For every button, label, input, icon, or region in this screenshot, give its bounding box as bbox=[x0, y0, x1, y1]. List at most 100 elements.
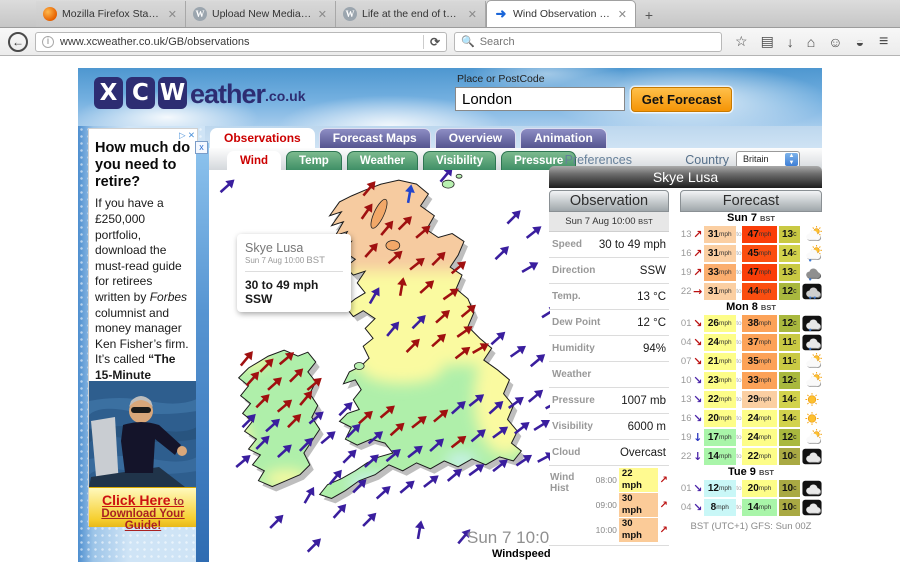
get-forecast-button[interactable]: Get Forecast bbox=[631, 87, 732, 112]
tab-close-icon[interactable]: ✕ bbox=[617, 8, 628, 21]
reload-icon[interactable]: ⟳ bbox=[430, 35, 440, 49]
to-label: to bbox=[736, 269, 743, 276]
browser-toolbar: ← i www.xcweather.co.uk/GB/observations … bbox=[0, 28, 900, 56]
nav-tab-overview[interactable]: Overview bbox=[435, 128, 516, 148]
wind-direction-arrow-icon: ↗ bbox=[660, 500, 668, 511]
nav-tab-forecast-maps[interactable]: Forecast Maps bbox=[319, 128, 431, 148]
history-time: 09:00 bbox=[596, 500, 617, 510]
forecast-row[interactable]: 16↘20mphto24mph14c bbox=[680, 409, 822, 428]
temperature-cell: 10c bbox=[779, 480, 800, 497]
temperature-cell: 14c bbox=[779, 410, 800, 427]
wind-history-entry: 09:00 30 mph ↗ bbox=[596, 493, 668, 517]
wind-speed-low: 22mph bbox=[704, 391, 736, 408]
new-tab-button[interactable]: + bbox=[636, 3, 662, 27]
map-edge-strip bbox=[196, 143, 209, 562]
forecast-hour: 01 bbox=[680, 483, 692, 494]
close-panel-button[interactable]: x bbox=[195, 141, 208, 154]
forecast-row[interactable]: 13↘22mphto29mph14c bbox=[680, 390, 822, 409]
weather-icon-sun bbox=[802, 410, 822, 427]
wind-speed-low: 20mph bbox=[704, 410, 736, 427]
browser-tab[interactable]: Mozilla Firefox Start Page ✕ bbox=[36, 1, 186, 27]
tab-close-icon[interactable]: ✕ bbox=[167, 8, 178, 21]
site-info-icon[interactable]: i bbox=[42, 36, 54, 48]
forecast-row[interactable]: 16↗31mphto45mph14c bbox=[680, 244, 822, 263]
weather-icon-sun bbox=[802, 391, 822, 408]
forecast-row[interactable]: 07↘21mphto35mph11c bbox=[680, 352, 822, 371]
forecast-row[interactable]: 22→31mphto44mph12c bbox=[680, 282, 822, 301]
place-input[interactable] bbox=[455, 87, 625, 111]
weather-icon-sun-cloud bbox=[802, 429, 822, 446]
temperature-cell: 12c bbox=[779, 372, 800, 389]
browser-tab-bar: Mozilla Firefox Start Page ✕W Upload New… bbox=[0, 0, 900, 28]
wind-speed-low: 17mph bbox=[704, 429, 736, 446]
observation-label: Visibility bbox=[552, 421, 593, 432]
search-input[interactable] bbox=[480, 36, 715, 48]
tab-close-icon[interactable]: ✕ bbox=[467, 8, 478, 21]
adchoices-icon[interactable]: ▷ ✕ bbox=[179, 130, 195, 141]
home-icon[interactable]: ⌂ bbox=[807, 34, 815, 50]
to-label: to bbox=[736, 377, 743, 384]
forecast-row[interactable]: 01↘12mphto20mph10c bbox=[680, 479, 822, 498]
wind-observation-map[interactable]: Skye Lusa Sun 7 Aug 10:00 BST 30 to 49 m… bbox=[209, 170, 550, 562]
search-bar[interactable]: 🔍 bbox=[454, 32, 722, 52]
wind-speed-high: 44mph bbox=[742, 283, 777, 300]
wind-direction-arrow-icon: ↘ bbox=[692, 412, 704, 425]
forecast-row[interactable]: 10↘23mphto33mph12c bbox=[680, 371, 822, 390]
browser-tab[interactable]: W Upload New Media ‹ isleofr… ✕ bbox=[186, 1, 336, 27]
to-label: to bbox=[736, 415, 743, 422]
logo-letter: W bbox=[158, 77, 187, 109]
tab-close-icon[interactable]: ✕ bbox=[317, 8, 328, 21]
forecast-row[interactable]: 04↘8mphto14mph10c bbox=[680, 498, 822, 517]
weather-icon-night-cloud bbox=[802, 448, 822, 465]
observation-value: 6000 m bbox=[628, 421, 666, 433]
xcweather-logo[interactable]: X C W eather .co.uk bbox=[94, 77, 306, 109]
forecast-row[interactable]: 13↗31mphto47mph13c bbox=[680, 225, 822, 244]
weather-icon-night-cloud bbox=[802, 480, 822, 497]
forecast-row[interactable]: 19↗33mphto47mph13c bbox=[680, 263, 822, 282]
wind-direction-arrow-icon: ↗ bbox=[660, 475, 668, 486]
ad-cta-button[interactable]: Click Here to Download Your Guide! bbox=[89, 487, 197, 527]
pocket-icon[interactable]: ◒ bbox=[856, 34, 864, 50]
advertisement[interactable]: ▷ ✕ How much do you need to retire? If y… bbox=[88, 128, 198, 526]
wind-direction-arrow-icon: → bbox=[692, 285, 704, 298]
forecast-row[interactable]: 22↓14mphto22mph10c bbox=[680, 447, 822, 466]
bookmarks-panel-icon[interactable]: ▤ bbox=[761, 33, 774, 50]
page-body: X C W eather .co.uk Place or PostCode Ge… bbox=[0, 56, 900, 562]
to-label: to bbox=[736, 288, 743, 295]
observation-label: Cloud bbox=[552, 447, 580, 458]
tab-title: Life at the end of the road |… bbox=[362, 8, 462, 20]
temperature-cell: 10c bbox=[779, 448, 800, 465]
wind-direction-arrow-icon: ↗ bbox=[692, 266, 704, 279]
wind-direction-arrow-icon: ↘ bbox=[692, 482, 704, 495]
back-button[interactable]: ← bbox=[8, 32, 28, 52]
observation-value: 13 °C bbox=[637, 291, 666, 303]
subtab-visibility[interactable]: Visibility bbox=[423, 151, 496, 170]
subtab-wind[interactable]: Wind bbox=[227, 151, 281, 170]
address-bar[interactable]: i www.xcweather.co.uk/GB/observations ⟳ bbox=[35, 32, 447, 52]
subtab-weather[interactable]: Weather bbox=[347, 151, 418, 170]
downloads-icon[interactable]: ↓ bbox=[787, 34, 794, 50]
observation-row: Cloud Overcast bbox=[549, 440, 669, 466]
browser-tab[interactable]: W Life at the end of the road |… ✕ bbox=[336, 1, 486, 27]
observation-row: Direction SSW bbox=[549, 258, 669, 284]
menu-icon[interactable]: ≡ bbox=[879, 33, 888, 51]
nav-tab-animation[interactable]: Animation bbox=[520, 128, 607, 148]
forecast-row[interactable]: 19↓17mphto24mph12c bbox=[680, 428, 822, 447]
forecast-row[interactable]: 04↘24mphto37mph11c bbox=[680, 333, 822, 352]
nav-tab-observations[interactable]: Observations bbox=[210, 128, 315, 148]
observation-datetime: Sun 7 Aug 10:00 BST bbox=[549, 212, 669, 232]
feedback-icon[interactable]: ☺ bbox=[828, 34, 842, 50]
map-timestamp: Sun 7 10:08 BST bbox=[467, 528, 550, 548]
preferences-link[interactable]: Preferences bbox=[565, 153, 632, 167]
subtab-temp[interactable]: Temp bbox=[286, 151, 342, 170]
wind-speed-high: 38mph bbox=[742, 315, 777, 332]
observation-row: Visibility 6000 m bbox=[549, 414, 669, 440]
bookmark-star-icon[interactable]: ☆ bbox=[735, 33, 748, 50]
forecast-row[interactable]: 01↘26mphto38mph12c bbox=[680, 314, 822, 333]
weather-icon-night-cloud-rain bbox=[802, 315, 822, 332]
to-label: to bbox=[736, 396, 743, 403]
observation-row: Dew Point 12 °C bbox=[549, 310, 669, 336]
forecast-hour: 16 bbox=[680, 413, 692, 424]
wordpress-favicon-icon: W bbox=[343, 7, 357, 21]
browser-tab[interactable]: ➜ Wind Observation Map - Br… ✕ bbox=[486, 0, 636, 27]
